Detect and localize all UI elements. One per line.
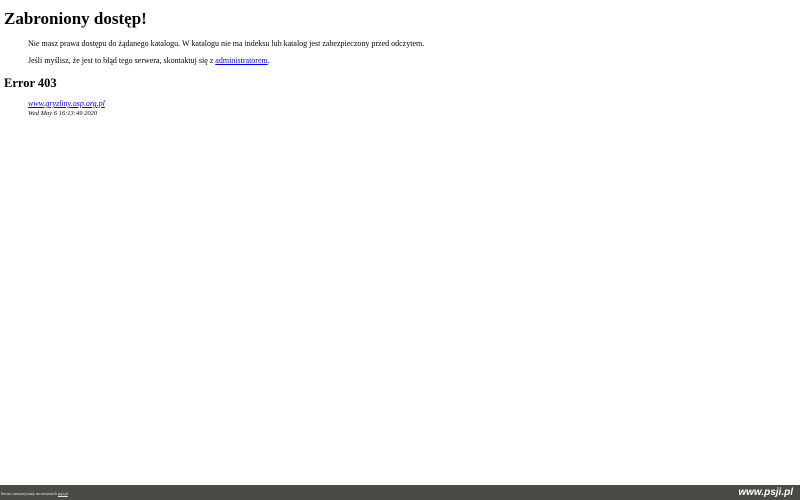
access-denied-message: Nie masz prawa dostępu do żądanego katal…: [28, 39, 425, 48]
contact-message: Jeśli myślisz, że jest to błąd tego serw…: [28, 56, 270, 66]
server-address: www.gryzliny.osp.org.pl Wed May 6 16:13:…: [28, 98, 105, 118]
error-page: Zabroniony dostęp! Nie masz prawa dostęp…: [0, 0, 800, 500]
page-title: Zabroniony dostęp!: [4, 9, 147, 28]
contact-message-text: Jeśli myślisz, że jest to błąd tego serw…: [28, 56, 216, 65]
footer-logo[interactable]: www.psji.pl: [738, 486, 793, 499]
footer-hosting-link[interactable]: psji.pl: [58, 491, 68, 496]
error-code-heading: Error 403: [4, 76, 57, 90]
server-timestamp: Wed May 6 16:13:49 2020: [28, 110, 98, 117]
footer-note-text: Serwis utrzymywany na serwerach: [1, 491, 58, 496]
footer-hosting-note: Serwis utrzymywany na serwerach psji.pl: [1, 491, 68, 497]
contact-message-end: .: [267, 56, 270, 65]
administrator-link[interactable]: administratorem: [215, 56, 267, 65]
footer-bar: Serwis utrzymywany na serwerach psji.pl …: [0, 485, 800, 500]
server-host-link[interactable]: www.gryzliny.osp.org.pl: [28, 98, 105, 109]
